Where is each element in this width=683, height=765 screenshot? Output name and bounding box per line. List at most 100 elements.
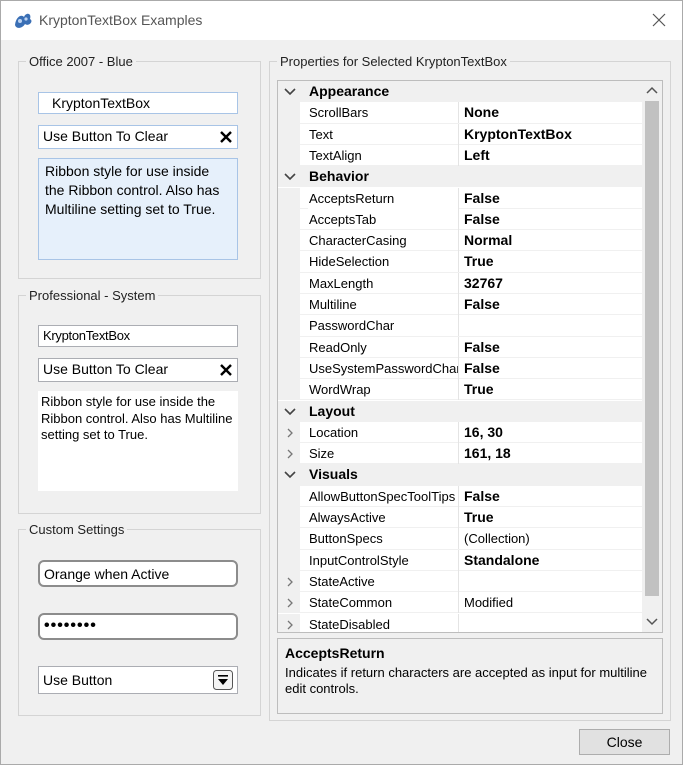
chevron-right-icon[interactable] [286,577,294,587]
property-row[interactable]: AcceptsReturn False [278,187,642,209]
property-value[interactable]: KryptonTextBox [464,124,572,145]
property-value[interactable]: Normal [464,230,512,251]
row-gutter [278,272,300,294]
category-row[interactable]: Appearance [278,81,642,103]
property-row[interactable]: AlwaysActive True [278,507,642,529]
row-gutter [278,187,300,209]
row-gutter [278,294,300,315]
property-row[interactable]: ButtonSpecs (Collection) [278,528,642,550]
orange-when-active-textbox[interactable]: Orange when Active [38,560,238,587]
professional-clear-textbox[interactable]: Use Button To Clear [38,358,238,382]
chevron-right-icon[interactable] [286,620,294,630]
property-row[interactable]: AllowButtonSpecToolTips False [278,485,642,507]
use-button-textbox[interactable]: Use Button [38,666,238,694]
row-gutter [278,485,300,507]
property-row[interactable]: Multiline False [278,294,642,316]
password-textbox[interactable]: •••••••• [38,613,238,640]
property-value[interactable]: False [464,209,500,230]
property-value[interactable]: False [464,188,500,209]
property-value[interactable]: False [464,358,500,379]
property-row[interactable]: WordWrap True [278,379,642,401]
property-value[interactable]: 161, 18 [464,443,511,464]
office-clear-textbox[interactable]: Use Button To Clear [38,125,238,149]
property-value[interactable]: (Collection) [464,528,530,549]
window-title: KryptonTextBox Examples [39,12,203,28]
chevron-down-icon[interactable] [284,464,296,485]
row-gutter [278,102,300,124]
office-multiline-textbox[interactable]: Ribbon style for use inside the Ribbon c… [38,158,238,260]
property-row[interactable]: Size 161, 18 [278,443,642,465]
property-value[interactable]: False [464,294,500,315]
chevron-right-icon[interactable] [286,449,294,459]
clear-x-icon[interactable] [219,130,233,144]
property-name: AlwaysActive [308,507,459,528]
professional-group-legend: Professional - System [29,288,156,303]
property-value[interactable]: False [464,486,500,507]
category-row[interactable]: Layout [278,400,642,422]
property-name: CharacterCasing [308,230,459,252]
category-label: Visuals [309,466,358,483]
property-row[interactable]: AcceptsTab False [278,208,642,231]
property-row[interactable]: HideSelection True [278,251,642,273]
property-value[interactable]: Standalone [464,550,539,571]
property-row[interactable]: CharacterCasing Normal [278,230,642,252]
property-row[interactable]: ReadOnly False [278,336,642,358]
row-gutter [278,144,300,166]
property-row[interactable]: InputControlStyle Standalone [278,549,642,571]
property-value[interactable]: 16, 30 [464,422,503,443]
property-row[interactable]: Text KryptonTextBox [278,123,642,145]
property-value[interactable]: False [464,337,500,358]
office-group-legend: Office 2007 - Blue [29,54,133,69]
professional-textbox[interactable]: KryptonTextBox [38,325,238,347]
property-name: HideSelection [308,251,459,273]
property-row[interactable]: StateDisabled [278,613,642,632]
property-name: StateDisabled [308,613,459,632]
scroll-up-icon[interactable] [646,85,658,95]
property-value[interactable]: 32767 [464,273,503,294]
property-name: StateActive [308,570,459,592]
close-icon[interactable] [648,9,670,31]
property-name: Size [308,443,459,465]
property-row[interactable]: ScrollBars None [278,102,642,124]
property-value[interactable]: True [464,379,494,400]
office-textbox[interactable]: KryptonTextBox [38,92,238,114]
row-gutter [278,208,300,230]
row-gutter [278,379,300,401]
chevron-down-icon[interactable] [284,166,296,187]
property-row[interactable]: PasswordChar [278,315,642,337]
property-name: AcceptsTab [308,208,459,230]
row-gutter [278,336,300,358]
property-row[interactable]: StateCommon Modified [278,592,642,614]
row-gutter [278,507,300,528]
property-name: Text [308,123,459,145]
property-value[interactable]: True [464,507,494,528]
property-row[interactable]: UseSystemPasswordChar False [278,357,642,380]
property-row[interactable]: MaxLength 32767 [278,272,642,294]
clear-x-icon[interactable] [219,363,233,377]
use-button-textbox-text: Use Button [43,672,113,688]
property-name: AllowButtonSpecToolTips [308,485,459,507]
chevron-right-icon[interactable] [286,428,294,438]
property-name: InputControlStyle [308,549,459,571]
scrollbar-thumb[interactable] [645,101,659,596]
property-grid-scrollbar[interactable] [642,81,662,632]
property-row[interactable]: StateActive [278,570,642,593]
close-button[interactable]: Close [579,729,670,755]
property-value[interactable]: True [464,251,494,272]
dropdown-button-icon[interactable] [213,670,233,690]
chevron-down-icon[interactable] [284,81,296,102]
property-value[interactable]: Left [464,145,490,166]
chevron-down-icon[interactable] [284,401,296,422]
property-grid[interactable]: Appearance ScrollBars None Text KryptonTextB… [277,80,663,633]
property-value[interactable]: Modified [464,592,513,613]
professional-multiline-textbox[interactable]: Ribbon style for use inside the Ribbon c… [38,391,238,491]
property-row[interactable]: Location 16, 30 [278,421,642,444]
property-row[interactable]: TextAlign Left [278,144,642,167]
property-name: UseSystemPasswordChar [308,357,459,379]
property-value[interactable]: None [464,102,499,123]
category-row[interactable]: Behavior [278,166,642,188]
properties-group-legend: Properties for Selected KryptonTextBox [280,54,507,69]
chevron-right-icon[interactable] [286,598,294,608]
scroll-down-icon[interactable] [646,617,658,627]
category-row[interactable]: Visuals [278,464,642,486]
